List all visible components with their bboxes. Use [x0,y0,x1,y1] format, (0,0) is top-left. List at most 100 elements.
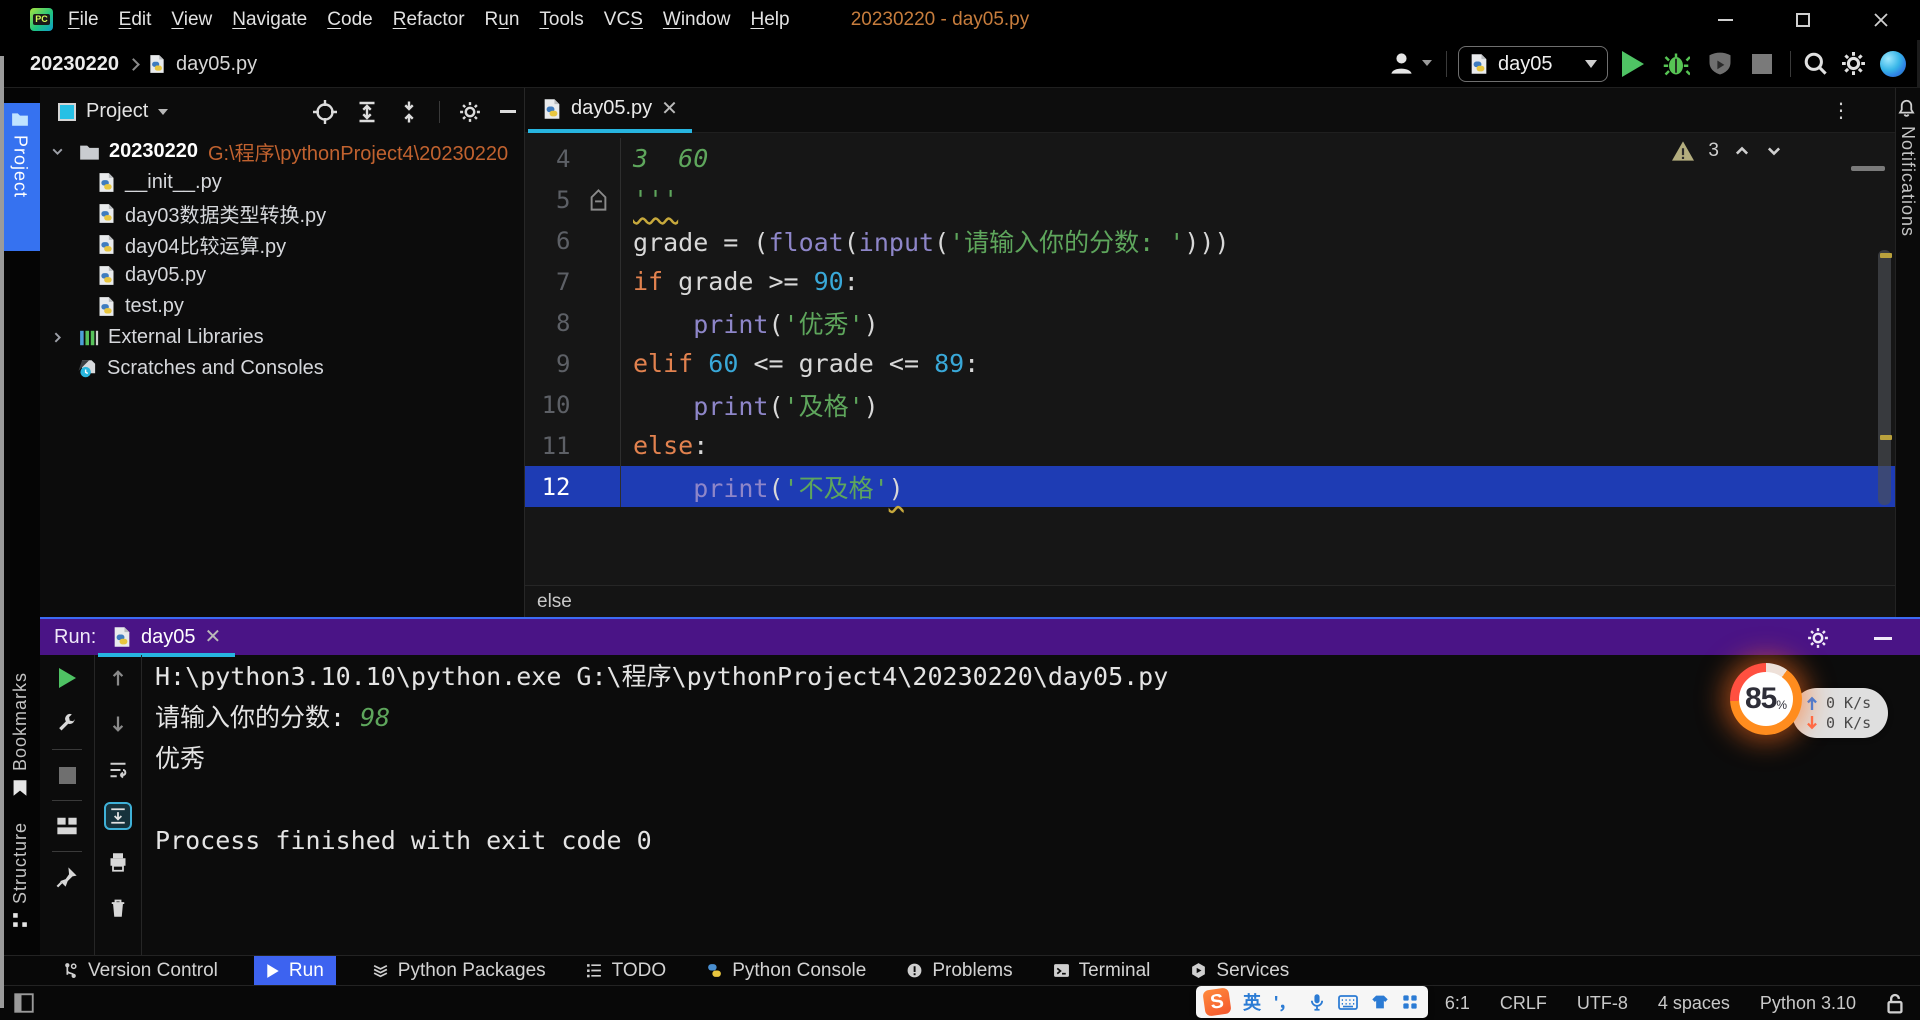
breadcrumb[interactable]: 20230220 day05.py [30,40,257,88]
breadcrumb-file[interactable]: day05.py [176,53,257,76]
restore-layout-icon[interactable] [40,803,94,849]
keyboard-icon[interactable] [1338,995,1358,1010]
warning-stripe-mark[interactable] [1880,253,1892,258]
ime-punctuation-toggle[interactable]: '， [1274,989,1296,1015]
line-number[interactable]: 6 [525,227,576,255]
status-item-utf-8[interactable]: UTF-8 [1577,993,1628,1014]
code-line-12[interactable]: 12 print('不及格') [525,466,1895,507]
tree-node-external-libraries[interactable]: External Libraries [40,322,524,353]
menu-code[interactable]: Code [317,0,382,40]
tool-window-button-python-packages[interactable]: Python Packages [368,956,550,986]
settings-gear-icon[interactable] [1840,50,1867,77]
code-line-6[interactable]: 6grade = (float(input('请输入你的分数: '))) [525,220,1895,261]
menu-tools[interactable]: Tools [529,0,593,40]
breadcrumb-else[interactable]: else [537,591,572,613]
window-controls[interactable] [1686,0,1920,40]
code-line-7[interactable]: 7if grade >= 90: [525,261,1895,302]
run-console-output[interactable]: H:\python3.10.10\python.exe G:\程序\python… [155,656,1755,861]
run-with-coverage-button[interactable] [1706,50,1734,78]
run-configuration-select[interactable]: day05 [1458,46,1608,82]
chevron-down-icon[interactable] [50,144,65,159]
performance-gauge-widget[interactable]: 85 % [1730,663,1802,735]
ime-language-toggle[interactable]: 英 [1243,989,1261,1015]
net-speed-widget[interactable]: 0 K/s 0 K/s [1792,688,1888,738]
close-icon[interactable]: ✕ [661,99,678,119]
run-tab-day05[interactable]: day05 ✕ [98,621,235,657]
pin-icon[interactable] [40,854,94,900]
tool-window-button-terminal[interactable]: Terminal [1049,956,1155,986]
menu-bar[interactable]: FileEditViewNavigateCodeRefactorRunTools… [58,0,800,40]
editor-breadcrumbs[interactable]: else [525,585,1895,617]
print-icon[interactable] [95,839,141,885]
tool-window-button-version-control[interactable]: Version Control [58,956,222,986]
line-number[interactable]: 7 [525,268,576,296]
line-number[interactable]: 4 [525,145,576,173]
run-button[interactable] [1622,51,1644,77]
tool-window-button-run[interactable]: Run [254,956,336,986]
close-button[interactable] [1842,0,1920,40]
sogou-logo-icon[interactable]: S [1202,987,1231,1016]
scroll-to-end-icon[interactable] [95,793,141,839]
line-number[interactable]: 10 [525,391,576,419]
up-stack-trace-icon[interactable] [95,655,141,701]
line-number[interactable]: 12 [525,473,576,501]
user-profile-icon[interactable] [1388,50,1415,77]
gear-icon[interactable] [458,100,482,124]
sidebar-item-project[interactable]: Project [0,103,40,251]
menu-run[interactable]: Run [475,0,530,40]
tool-window-button-services[interactable]: Services [1186,956,1293,986]
line-number[interactable]: 8 [525,309,576,337]
status-item-crlf[interactable]: CRLF [1500,993,1547,1014]
editor-area[interactable]: day05.py ✕ ⋮ 3 43 605'''6grade = (float(… [525,88,1895,617]
sidebar-item-structure[interactable]: Structure [0,822,40,928]
tree-file-test.py[interactable]: test.py [40,291,524,322]
sidebar-item-notifications[interactable]: Notifications [1897,126,1919,242]
menu-navigate[interactable]: Navigate [222,0,317,40]
skin-tshirt-icon[interactable] [1371,994,1389,1010]
menu-view[interactable]: View [161,0,222,40]
code-line-5[interactable]: 5''' [525,179,1895,220]
tool-window-toggle-icon[interactable] [14,993,34,1013]
collapse-all-icon[interactable] [397,100,421,124]
project-panel-header[interactable]: Project [40,88,524,135]
clear-console-trash-icon[interactable] [95,885,141,931]
menu-vcs[interactable]: VCS [594,0,653,40]
close-icon[interactable]: ✕ [205,627,222,647]
sidebar-item-bookmarks[interactable]: Bookmarks [0,672,40,797]
expand-all-icon[interactable] [355,100,379,124]
maximize-button[interactable] [1764,0,1842,40]
status-item-6-1[interactable]: 6:1 [1445,993,1470,1014]
tree-root-folder[interactable]: 20230220G:\程序\pythonProject4\20230220 [40,136,524,167]
tree-file-__init__.py[interactable]: __init__.py [40,167,524,198]
line-number[interactable]: 5 [525,186,576,214]
menu-file[interactable]: File [58,0,109,40]
breadcrumb-project[interactable]: 20230220 [30,53,119,76]
project-tree[interactable]: 20230220G:\程序\pythonProject4\20230220__i… [40,136,524,384]
rerun-button[interactable] [40,655,94,701]
hide-panel-icon[interactable] [1874,637,1892,640]
code-with-me-sphere-icon[interactable] [1880,51,1906,77]
bell-icon[interactable] [1897,99,1916,118]
code-editor[interactable]: 43 605'''6grade = (float(input('请输入你的分数:… [525,138,1895,507]
code-line-11[interactable]: 11else: [525,425,1895,466]
code-line-8[interactable]: 8 print('优秀') [525,302,1895,343]
tab-day05[interactable]: day05.py ✕ [528,88,692,133]
menu-edit[interactable]: Edit [109,0,162,40]
warning-stripe-mark[interactable] [1880,435,1892,440]
unlocked-padlock-icon[interactable] [1886,993,1904,1015]
code-line-4[interactable]: 43 60 [525,138,1895,179]
debug-button[interactable] [1662,50,1690,78]
tree-file-day04比较运算.py[interactable]: day04比较运算.py [40,229,524,260]
stop-button[interactable] [1752,54,1772,74]
ime-toolbar[interactable]: S 英 '， [1196,986,1428,1018]
down-stack-trace-icon[interactable] [95,701,141,747]
more-options-icon[interactable]: ⋮ [1831,98,1851,123]
menu-refactor[interactable]: Refactor [383,0,475,40]
search-everywhere-icon[interactable] [1802,50,1829,77]
hide-panel-icon[interactable] [500,110,516,113]
toolbox-grid-icon[interactable] [1402,994,1418,1010]
locate-file-icon[interactable] [313,100,337,124]
editor-scrollbar[interactable] [1878,250,1891,505]
line-number[interactable]: 11 [525,432,576,460]
status-item-4-spaces[interactable]: 4 spaces [1658,993,1730,1014]
